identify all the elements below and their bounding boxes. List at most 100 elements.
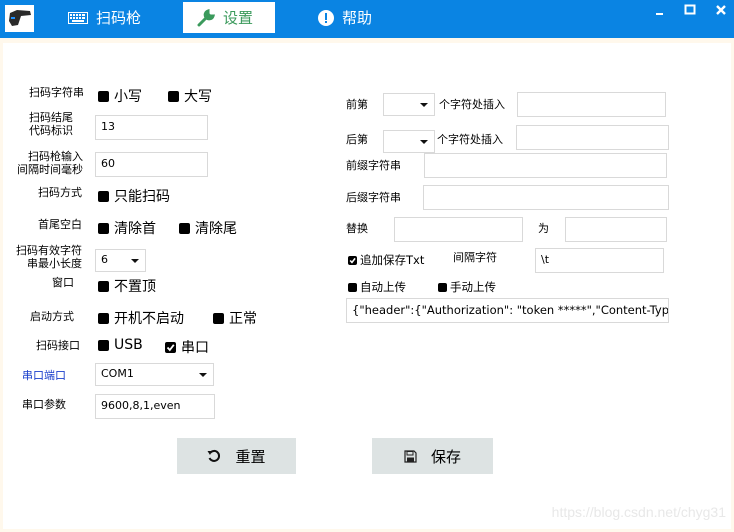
checkbox-box: [98, 190, 109, 202]
checkbox-box: [98, 280, 109, 292]
uppercase-checkbox[interactable]: 大写: [168, 86, 212, 106]
front-position-select[interactable]: [383, 93, 435, 116]
prefix-input[interactable]: [424, 153, 667, 178]
scan-only-checkbox[interactable]: 只能扫码: [98, 186, 170, 206]
mode-label: 扫码方式: [38, 186, 82, 199]
not-topmost-checkbox[interactable]: 不置顶: [98, 276, 156, 296]
upload-config-input[interactable]: {"header":{"Authorization": "token *****…: [346, 298, 669, 323]
suffix-code-label-line1: 扫码结尾: [29, 111, 73, 124]
tab-settings[interactable]: 设置: [183, 2, 275, 33]
serial-params-input[interactable]: 9600,8,1,even: [95, 394, 215, 419]
undo-icon: [207, 449, 221, 463]
lowercase-label: 小写: [114, 89, 142, 105]
tab-settings-label: 设置: [223, 9, 254, 27]
min-length-label-line2: 串最小长度: [27, 257, 82, 270]
back-insert-input[interactable]: [516, 125, 669, 150]
append-txt-checkbox[interactable]: 追加保存Txt: [348, 252, 424, 268]
reset-label: 重置: [235, 447, 266, 466]
serial-port-value: COM1: [101, 367, 134, 380]
replace-with-label: 为: [538, 222, 549, 235]
trim-label: 首尾空白: [38, 218, 82, 231]
checkbox-box: [98, 339, 109, 351]
serial-params-label: 串口参数: [22, 398, 66, 411]
tab-help-label: 帮助: [342, 9, 373, 27]
separator-input[interactable]: \t: [535, 248, 664, 273]
back-position-select[interactable]: [383, 130, 435, 153]
barcode-scanner-icon: [5, 5, 34, 32]
manual-upload-label: 手动上传: [450, 280, 496, 294]
checkbox-box: [98, 312, 109, 324]
case-label: 扫码字符串: [29, 86, 84, 99]
normal-start-label: 正常: [229, 311, 257, 327]
checkbox-box: [438, 282, 447, 292]
suffix-code-label-line2: 代码标识: [29, 124, 73, 137]
scan-only-label: 只能扫码: [114, 189, 170, 205]
append-txt-label: 追加保存Txt: [360, 253, 425, 267]
not-topmost-label: 不置顶: [114, 279, 156, 295]
watermark: https://blog.csdn.net/chyg31: [551, 504, 726, 520]
back-insert-label: 个字符处插入: [437, 133, 503, 146]
replace-label: 替换: [346, 222, 368, 235]
tab-help[interactable]: 帮助: [318, 2, 372, 33]
front-position-label: 前第: [346, 98, 368, 111]
trim-end-label: 清除尾: [195, 221, 237, 237]
no-autostart-label: 开机不启动: [114, 311, 184, 327]
front-insert-input[interactable]: [517, 92, 666, 117]
checkbox-box: [168, 90, 179, 102]
suffix-code-input[interactable]: 13: [95, 115, 208, 140]
front-insert-label: 个字符处插入: [439, 98, 505, 111]
maximize-button[interactable]: [682, 4, 698, 18]
close-button[interactable]: [713, 4, 729, 18]
trim-start-checkbox[interactable]: 清除首: [98, 218, 156, 238]
checkbox-checked-icon: [348, 255, 357, 265]
chevron-down-icon: [420, 103, 428, 107]
chevron-down-icon: [420, 140, 428, 144]
keyboard-icon: [68, 11, 88, 24]
checkbox-box: [348, 282, 357, 292]
startup-label: 启动方式: [30, 310, 74, 323]
chevron-down-icon: [199, 373, 207, 377]
uppercase-label: 大写: [184, 89, 212, 105]
interval-label-line2: 间隔时间毫秒: [17, 163, 83, 176]
info-icon: [318, 9, 334, 26]
min-length-value: 6: [101, 253, 108, 266]
wrench-icon: [197, 8, 215, 27]
suffix-code-label: 扫码结尾 代码标识: [20, 111, 82, 137]
min-length-select[interactable]: 6: [95, 249, 146, 272]
trim-end-checkbox[interactable]: 清除尾: [179, 218, 237, 238]
reset-button[interactable]: 重置: [177, 438, 296, 474]
suffix-input[interactable]: [423, 185, 669, 210]
trim-start-label: 清除首: [114, 221, 156, 237]
serial-port-select[interactable]: COM1: [95, 363, 214, 386]
auto-upload-checkbox[interactable]: 自动上传: [348, 279, 406, 295]
save-button[interactable]: 保存: [372, 438, 493, 474]
interval-input[interactable]: 60: [95, 152, 208, 177]
checkbox-box: [213, 312, 224, 324]
prefix-label: 前缀字符串: [346, 159, 401, 172]
tab-scanner[interactable]: 扫码枪: [68, 2, 141, 33]
serial-label: 串口: [181, 340, 209, 356]
checkbox-box: [98, 222, 109, 234]
auto-upload-label: 自动上传: [360, 280, 406, 294]
interval-label: 扫码枪输入 间隔时间毫秒: [8, 150, 83, 176]
interval-label-line1: 扫码枪输入: [28, 150, 83, 163]
interface-label: 扫码接口: [36, 339, 80, 352]
lowercase-checkbox[interactable]: 小写: [98, 86, 142, 106]
suffix-label: 后缀字符串: [346, 191, 401, 204]
serial-checkbox[interactable]: 串口: [165, 337, 209, 357]
no-autostart-checkbox[interactable]: 开机不启动: [98, 308, 184, 328]
replace-input[interactable]: [394, 217, 523, 242]
back-position-label: 后第: [346, 133, 368, 146]
manual-upload-checkbox[interactable]: 手动上传: [438, 279, 496, 295]
normal-start-checkbox[interactable]: 正常: [213, 308, 257, 328]
usb-checkbox[interactable]: USB: [98, 337, 143, 353]
tab-scanner-label: 扫码枪: [96, 9, 142, 27]
min-length-label-line1: 扫码有效字符: [16, 244, 82, 257]
save-label: 保存: [430, 447, 461, 466]
chevron-down-icon: [131, 259, 139, 263]
replace-with-input[interactable]: [565, 217, 667, 242]
minimize-button[interactable]: [652, 4, 668, 18]
usb-label: USB: [114, 337, 143, 353]
title-bar: 扫码枪 设置 帮助: [0, 0, 734, 38]
checkbox-box: [98, 90, 109, 102]
